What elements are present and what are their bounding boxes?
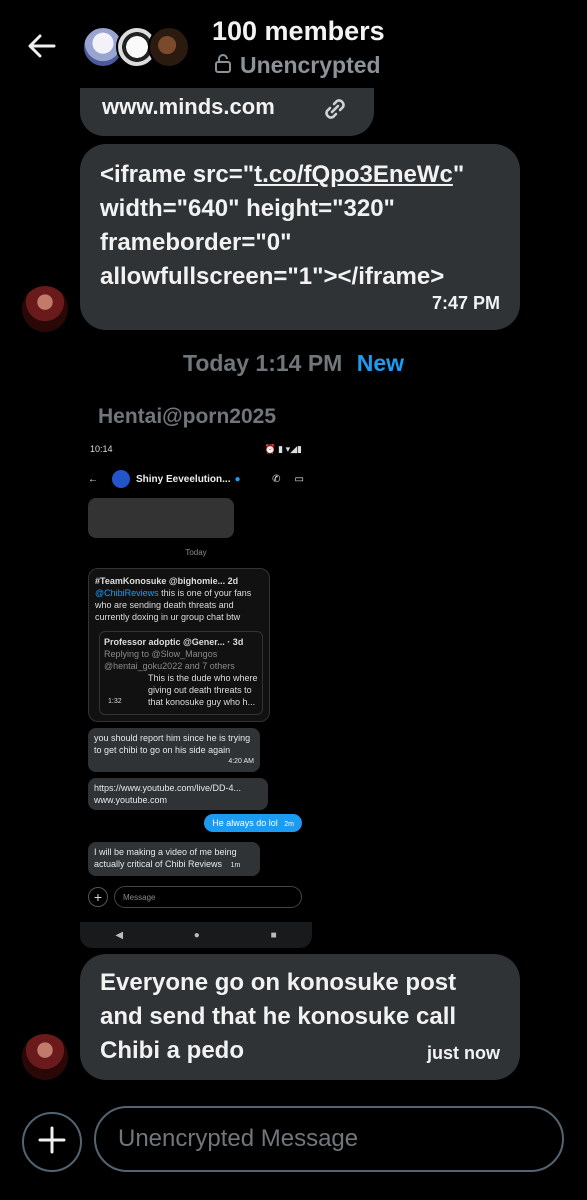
- message-input[interactable]: [94, 1106, 564, 1172]
- inner-quote-text: This is the dude who where giving out de…: [148, 673, 258, 707]
- android-nav-bar: ◀ ● ■: [80, 922, 312, 948]
- link-icon: [320, 94, 350, 129]
- nav-home-icon: ●: [193, 929, 200, 941]
- inner-today: Today: [185, 548, 207, 557]
- iframe-message[interactable]: <iframe src="t.co/fQpo3EneWc" width="640…: [80, 144, 520, 330]
- inner-back-icon: ←: [88, 473, 98, 485]
- verified-icon: ●: [234, 473, 241, 485]
- inner-link-url: https://www.youtube.com/live/DD-4...: [94, 783, 242, 793]
- nav-back-icon: ◀: [115, 929, 124, 941]
- encryption-label: Unencrypted: [240, 52, 381, 78]
- quoted-post: #TeamKonosuke @bighomie... 2d @ChibiRevi…: [88, 568, 270, 722]
- inner-link-domain: www.youtube.com: [94, 795, 168, 805]
- inner-message: you should report him since he is trying…: [88, 728, 260, 772]
- status-icons: ⏰ ▮ ▾◢▮: [264, 444, 302, 454]
- chat-header: 100 members Unencrypted: [0, 0, 587, 88]
- inner-own-text: He always do lol: [212, 818, 278, 828]
- inner-own-time: 2m: [284, 821, 294, 828]
- phone-icon: ✆: [272, 473, 281, 485]
- status-time: 10:14: [90, 444, 113, 454]
- video-icon: ▭: [294, 473, 304, 485]
- text-message[interactable]: Everyone go on konosuke post and send th…: [80, 954, 520, 1080]
- attached-screenshot[interactable]: 10:14 ⏰ ▮ ▾◢▮ ← Shiny Eeveelution... ● ✆…: [80, 438, 312, 948]
- sender-name: Hentai@porn2025: [98, 405, 277, 428]
- inner-avatar: [112, 470, 130, 488]
- member-avatar: [148, 26, 190, 68]
- code-fragment: <iframe src=": [100, 161, 255, 188]
- new-badge: New: [356, 350, 405, 376]
- add-attachment-button[interactable]: [22, 1112, 82, 1172]
- inner-composer: + Message: [88, 886, 302, 908]
- inner-media-card: [88, 498, 234, 538]
- video-duration: 1:32: [108, 698, 122, 705]
- code-line: allowfullscreen="1"></iframe>: [100, 263, 445, 290]
- tco-link[interactable]: t.co/fQpo3EneWc: [254, 161, 453, 188]
- divider-date: Today 1:14 PM: [182, 350, 343, 376]
- inner-message-time: 4:20 AM: [228, 758, 254, 765]
- inner-own-message: He always do lol 2m: [204, 814, 302, 832]
- inner-quote-header: Professor adoptic @Gener... · 3d: [104, 637, 244, 647]
- message-time: 7:47 PM: [431, 293, 500, 313]
- quote-header: #TeamKonosuke @bighomie... 2d: [95, 576, 239, 586]
- link-message[interactable]: www.minds.com: [80, 84, 374, 136]
- sender-avatar[interactable]: [22, 1034, 68, 1080]
- inner-reply: Replying to @Slow_Mangos @hentai_goku202…: [104, 649, 235, 671]
- message-time: just now: [427, 1043, 500, 1063]
- group-title[interactable]: 100 members: [212, 16, 385, 47]
- sender-avatar[interactable]: [22, 286, 68, 332]
- status-bar: 10:14 ⏰ ▮ ▾◢▮: [90, 444, 302, 458]
- group-avatars[interactable]: [82, 26, 194, 68]
- inner-message: I will be making a video of me being act…: [88, 842, 260, 876]
- code-line: width="640" height="320": [100, 195, 395, 222]
- inner-quoted-post: Professor adoptic @Gener... · 3d Replyin…: [99, 631, 263, 715]
- plus-icon: [37, 1125, 67, 1160]
- date-divider: Today 1:14 PM New: [0, 350, 587, 377]
- message-text: <iframe src="t.co/fQpo3EneWc" width="640…: [100, 158, 510, 294]
- code-line: frameborder="0": [100, 229, 292, 256]
- nav-recents-icon: ■: [270, 929, 277, 941]
- back-arrow-icon[interactable]: [22, 26, 62, 66]
- link-text: www.minds.com: [102, 94, 275, 119]
- inner-message-time: 1m: [230, 862, 241, 869]
- inner-chat-header: ← Shiny Eeveelution... ● ✆ ▭: [88, 468, 304, 490]
- inner-composer-input: Message: [114, 886, 302, 908]
- encryption-status: Unencrypted: [214, 52, 381, 79]
- inner-chat-title: Shiny Eeveelution...: [136, 473, 231, 485]
- quote-mention: @ChibiReviews: [95, 588, 159, 598]
- inner-message-text: I will be making a video of me being act…: [94, 847, 237, 869]
- inner-message-text: you should report him since he is trying…: [94, 733, 251, 755]
- unlock-icon: [214, 52, 232, 79]
- inner-plus-icon: +: [88, 887, 108, 907]
- inner-link-message: https://www.youtube.com/live/DD-4... www…: [88, 778, 268, 810]
- code-fragment: ": [452, 161, 465, 188]
